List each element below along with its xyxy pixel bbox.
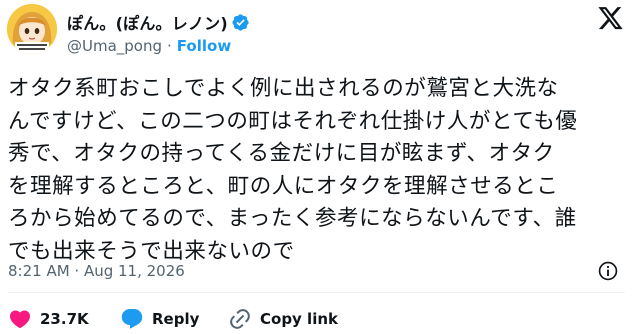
copy-link-label: Copy link: [260, 310, 338, 328]
follow-button[interactable]: Follow: [177, 37, 231, 55]
info-icon[interactable]: [597, 260, 619, 282]
tweet-text-line: ろから始めてるので、まったく参考にならないんです、誰: [8, 206, 577, 232]
avatar[interactable]: [7, 4, 57, 54]
reply-button[interactable]: Reply: [120, 306, 199, 332]
reply-label: Reply: [152, 310, 200, 328]
tweet-text: オタク系町おこしでよく例に出されるのが鷲宮と大洗な んですけど、この二つの町はそ…: [8, 73, 633, 269]
tweet-text-line: を理解するところと、町の人にオタクを理解させるとこ: [8, 173, 559, 199]
like-button[interactable]: 23.7K: [8, 306, 89, 332]
tweet-text-line: 秀で、オタクの持ってくる金だけに目が眩まず、オタク: [8, 141, 555, 167]
separator-dot: ·: [167, 37, 172, 55]
link-icon: [230, 309, 250, 329]
anime-character-avatar-icon: [7, 4, 57, 54]
heart-icon: [9, 310, 31, 329]
reply-bubble-icon: [121, 309, 143, 329]
divider: [8, 292, 625, 293]
tweet-text-line: オタク系町おこしでよく例に出されるのが鷲宮と大洗な: [8, 76, 559, 101]
handle-row: @Uma_pong · Follow: [67, 36, 231, 56]
tweet-text-line: んですけど、この二つの町はそれぞれ仕掛け人がとても優: [8, 108, 578, 134]
handle[interactable]: @Uma_pong: [67, 37, 162, 55]
x-logo-icon[interactable]: [597, 7, 624, 32]
timestamp[interactable]: 8:21 AM · Aug 11, 2026: [8, 262, 185, 280]
action-bar: 23.7K Reply Copy link: [0, 306, 633, 332]
tweet-header: ぽん。(ぽん。レノン) @Uma_pong · Follow: [0, 0, 633, 64]
display-name[interactable]: ぽん。(ぽん。レノン): [67, 10, 228, 34]
verified-badge-icon: [231, 13, 250, 32]
copy-link-button[interactable]: Copy link: [228, 306, 338, 332]
name-row: ぽん。(ぽん。レノン): [67, 11, 250, 33]
like-count: 23.7K: [40, 310, 89, 328]
